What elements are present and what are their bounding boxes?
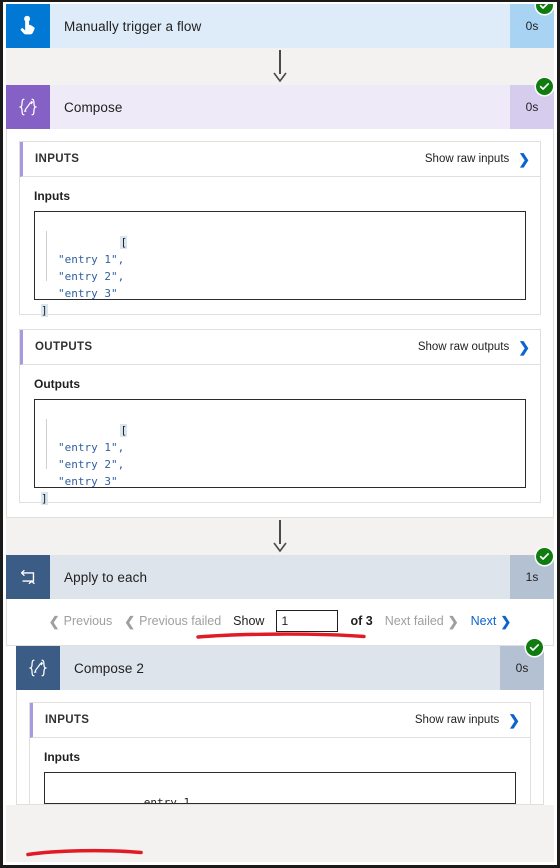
compose-braces-icon — [16, 646, 60, 690]
pager-next-label: Next — [470, 614, 497, 628]
code-line: "entry 3" — [58, 287, 118, 300]
annotation-underline-entry — [26, 848, 143, 857]
code-close-bracket: ] — [41, 304, 48, 317]
chevron-right-icon: ❯ — [447, 613, 459, 629]
code-line: "entry 2", — [58, 270, 125, 283]
compose-braces-icon — [6, 85, 50, 129]
inputs-sublabel: Inputs — [34, 189, 70, 203]
code-line: "entry 1", — [58, 253, 125, 266]
action-card-compose[interactable]: Compose 0s INPUTS Show raw inputs ❯ Inpu… — [6, 78, 554, 518]
inputs-panel-title: INPUTS — [35, 153, 80, 165]
inputs-panel-body: Inputs entry 1 — [30, 738, 530, 804]
action-body-compose: INPUTS Show raw inputs ❯ Inputs [ "entry… — [6, 129, 554, 518]
inputs-panel-header: INPUTS Show raw inputs ❯ — [30, 703, 530, 738]
inputs-value-block[interactable]: entry 1 — [44, 772, 516, 804]
code-close-bracket: ] — [41, 492, 48, 505]
pager-previous-failed-button[interactable]: ❮ Previous failed — [124, 614, 221, 628]
inputs-code-block[interactable]: [ "entry 1", "entry 2", "entry 3"] — [34, 211, 526, 317]
inputs-panel-compose: INPUTS Show raw inputs ❯ Inputs [ "entry… — [19, 141, 541, 317]
action-title-trigger: Manually trigger a flow — [50, 4, 510, 48]
show-raw-inputs-label: Show raw inputs — [424, 153, 510, 165]
outputs-panel-compose: OUTPUTS Show raw outputs ❯ Outputs [ "en… — [19, 329, 541, 505]
inputs-sublabel: Inputs — [44, 750, 80, 764]
chevron-right-icon: ❯ — [518, 151, 530, 167]
pager-previous-button[interactable]: ❮ Previous — [49, 614, 113, 628]
show-raw-inputs-link[interactable]: Show raw inputs ❯ — [415, 713, 520, 727]
code-line: "entry 3" — [58, 475, 118, 488]
indent-guide — [46, 419, 47, 469]
screenshot-frame: Manually trigger a flow 0s Compose 0s IN… — [0, 0, 560, 868]
action-card-trigger[interactable]: Manually trigger a flow 0s — [6, 4, 554, 48]
action-header-apply-to-each[interactable]: Apply to each 1s — [6, 548, 554, 599]
action-title-apply-to-each: Apply to each — [50, 555, 510, 599]
chevron-left-icon: ❮ — [48, 613, 60, 629]
show-raw-inputs-label: Show raw inputs — [414, 714, 500, 726]
iteration-pager: ❮ Previous ❮ Previous failed Show of 3 N… — [6, 599, 554, 646]
show-raw-inputs-link[interactable]: Show raw inputs ❯ — [425, 152, 530, 166]
action-header-trigger[interactable]: Manually trigger a flow 0s — [6, 4, 554, 48]
action-title-compose: Compose — [50, 85, 510, 129]
inputs-value-text: entry 1 — [143, 796, 191, 804]
chevron-right-icon: ❯ — [500, 613, 512, 629]
inputs-panel-header: INPUTS Show raw inputs ❯ — [20, 142, 540, 177]
code-line: "entry 2", — [58, 458, 125, 471]
outputs-code-block[interactable]: [ "entry 1", "entry 2", "entry 3"] — [34, 399, 526, 505]
pager-show-label: Show — [233, 614, 265, 628]
loop-repeat-icon — [6, 555, 50, 599]
touch-hand-icon — [6, 4, 50, 48]
chevron-right-icon: ❯ — [508, 712, 520, 728]
outputs-panel-body: Outputs [ "entry 1", "entry 2", "entry 3"] — [20, 365, 540, 505]
status-badge-succeeded — [526, 639, 543, 656]
chevron-left-icon: ❮ — [124, 613, 136, 629]
status-badge-succeeded — [536, 548, 553, 565]
pager-next-failed-button[interactable]: Next failed ❯ — [385, 614, 459, 628]
inputs-panel-compose-2: INPUTS Show raw inputs ❯ Inputs entry 1 — [29, 702, 531, 804]
action-card-apply-to-each[interactable]: Apply to each 1s ❮ Previous ❮ Previous f… — [6, 548, 554, 805]
flow-run-canvas: Manually trigger a flow 0s Compose 0s IN… — [6, 4, 554, 862]
connector-arrow-1 — [6, 48, 554, 85]
pager-previous-failed-label: Previous failed — [139, 614, 222, 628]
chevron-right-icon: ❯ — [518, 339, 530, 355]
show-raw-outputs-label: Show raw outputs — [417, 341, 510, 353]
outputs-sublabel: Outputs — [34, 377, 80, 391]
action-header-compose-2[interactable]: Compose 2 0s — [16, 639, 544, 690]
show-raw-outputs-link[interactable]: Show raw outputs ❯ — [418, 340, 530, 354]
status-badge-succeeded — [536, 78, 553, 95]
connector-arrow-2 — [6, 518, 554, 555]
action-body-compose-2: INPUTS Show raw inputs ❯ Inputs entry 1 — [16, 690, 544, 805]
pager-next-failed-label: Next failed — [384, 614, 444, 628]
action-header-compose[interactable]: Compose 0s — [6, 78, 554, 129]
code-open-bracket: [ — [120, 424, 128, 437]
outputs-panel-title: OUTPUTS — [35, 341, 93, 353]
code-open-bracket: [ — [120, 236, 128, 249]
pager-total-label: of 3 — [350, 614, 373, 628]
pager-next-button[interactable]: Next ❯ — [471, 614, 512, 628]
action-card-compose-2[interactable]: Compose 2 0s INPUTS Show raw inputs ❯ In… — [16, 639, 544, 805]
inputs-panel-body: Inputs [ "entry 1", "entry 2", "entry 3"] — [20, 177, 540, 317]
action-title-compose-2: Compose 2 — [60, 646, 500, 690]
indent-guide — [46, 231, 47, 281]
code-line: "entry 1", — [58, 441, 125, 454]
pager-previous-label: Previous — [63, 614, 113, 628]
inputs-panel-title: INPUTS — [45, 714, 90, 726]
pager-iteration-input[interactable] — [276, 610, 339, 632]
